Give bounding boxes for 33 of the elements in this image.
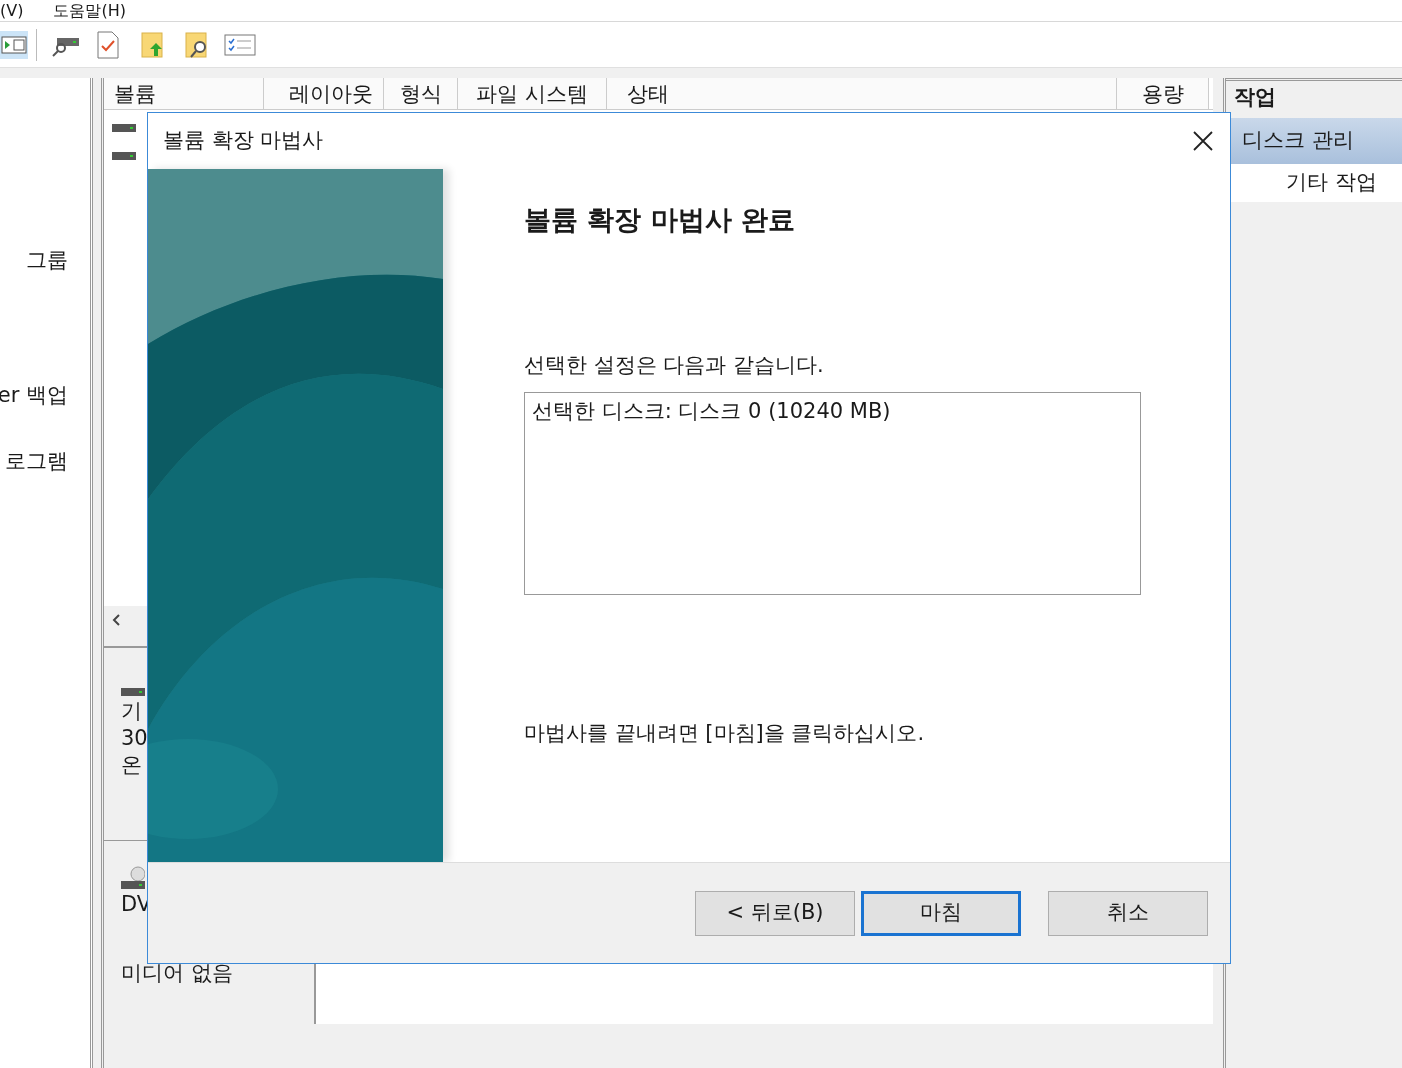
drive-icon (112, 122, 136, 134)
disk-label-text: 온 (121, 752, 143, 779)
disk-label-text: 기 (121, 698, 143, 725)
finish-hint: 마법사를 끝내려면 [마침]을 클릭하십시오. (524, 719, 926, 747)
properties-list-icon[interactable] (224, 32, 256, 57)
close-icon[interactable] (1192, 130, 1214, 152)
column-header[interactable]: 볼륨 (104, 78, 264, 109)
finish-button[interactable]: 마침 (861, 890, 1021, 936)
dialog-title: 볼륨 확장 마법사 (163, 127, 324, 155)
disk-label-text: 30 (121, 725, 149, 752)
column-header[interactable]: 상태 (607, 78, 1117, 109)
back-button[interactable]: < 뒤로(B) (695, 890, 855, 936)
menu-item[interactable]: (V) (0, 2, 24, 19)
wizard-heading: 볼륨 확장 마법사 완료 (524, 203, 797, 237)
cancel-button[interactable]: 취소 (1048, 890, 1208, 936)
column-header[interactable]: 레이아웃 (264, 78, 384, 109)
menu-item[interactable]: 도움말(H) (53, 2, 126, 19)
tree-item[interactable]: 로그램 (5, 451, 90, 477)
actions-header: 작업 (1234, 83, 1276, 111)
settings-label: 선택한 설정은 다음과 같습니다. (524, 352, 825, 379)
column-header[interactable]: 파일 시스템 (458, 78, 607, 109)
folder-search-icon[interactable] (184, 30, 210, 59)
disk-label-text: 미디어 없음 (121, 960, 234, 987)
drive-icon (121, 688, 145, 698)
drive-icon (112, 150, 136, 162)
tree-item[interactable]: 그룹 (26, 250, 90, 276)
settings-text: 선택한 디스크: 디스크 0 (10240 MB) (532, 398, 891, 423)
folder-up-icon[interactable] (140, 30, 166, 59)
column-header[interactable]: 형식 (384, 78, 458, 109)
checklist-page-icon[interactable] (96, 30, 120, 59)
column-header[interactable]: 용량 (1117, 78, 1209, 109)
disc-drive-icon (121, 865, 145, 891)
console-tree-icon[interactable] (0, 30, 28, 59)
